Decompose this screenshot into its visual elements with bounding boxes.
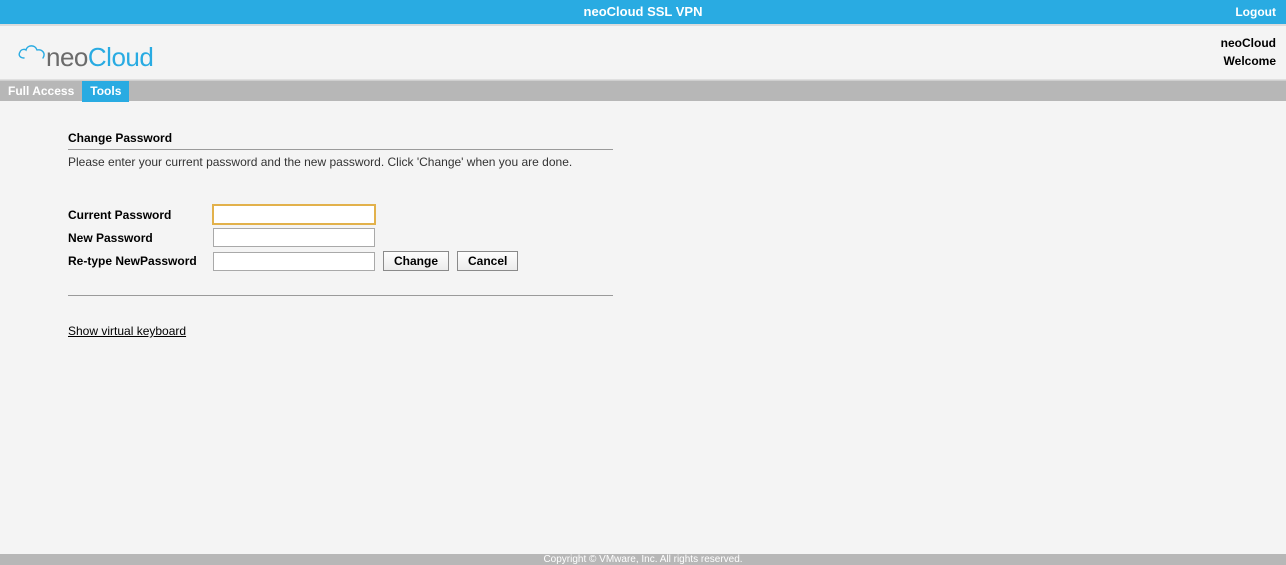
- account-name: neoCloud: [1221, 34, 1276, 52]
- row-new-password: New Password: [68, 228, 620, 247]
- main-content: Change Password Please enter your curren…: [0, 101, 620, 338]
- app-title: neoCloud SSL VPN: [584, 4, 703, 19]
- tab-tools[interactable]: Tools: [82, 81, 129, 102]
- page-title: Change Password: [68, 131, 620, 149]
- row-current-password: Current Password: [68, 205, 620, 224]
- footer: Copyright © VMware, Inc. All rights rese…: [0, 554, 1286, 565]
- bottom-divider: [68, 295, 613, 296]
- label-new-password: New Password: [68, 231, 213, 245]
- logo-text-cloud: Cloud: [88, 42, 153, 72]
- label-retype-password: Re-type NewPassword: [68, 254, 213, 268]
- logout-link[interactable]: Logout: [1235, 0, 1276, 24]
- logo-text-neo: neo: [46, 42, 88, 72]
- welcome-text: Welcome: [1221, 52, 1276, 70]
- header-account: neoCloud Welcome: [1221, 34, 1276, 70]
- top-bar: neoCloud SSL VPN Logout: [0, 0, 1286, 24]
- logo: neoCloud: [18, 36, 153, 70]
- cancel-button[interactable]: Cancel: [457, 251, 518, 271]
- label-current-password: Current Password: [68, 208, 213, 222]
- footer-text: Copyright © VMware, Inc. All rights rese…: [543, 554, 742, 565]
- tab-full-access[interactable]: Full Access: [0, 81, 82, 102]
- title-divider: [68, 149, 613, 150]
- row-retype-password: Re-type NewPassword Change Cancel: [68, 251, 620, 271]
- retype-password-input[interactable]: [213, 252, 375, 271]
- change-button[interactable]: Change: [383, 251, 449, 271]
- header: neoCloud neoCloud Welcome: [0, 26, 1286, 80]
- new-password-input[interactable]: [213, 228, 375, 247]
- virtual-keyboard-link[interactable]: Show virtual keyboard: [68, 324, 186, 338]
- logo-text: neoCloud: [46, 44, 153, 70]
- instructions: Please enter your current password and t…: [68, 155, 620, 169]
- current-password-input[interactable]: [213, 205, 375, 224]
- cloud-icon: [18, 36, 48, 70]
- nav-bar: Full AccessTools: [0, 80, 1286, 101]
